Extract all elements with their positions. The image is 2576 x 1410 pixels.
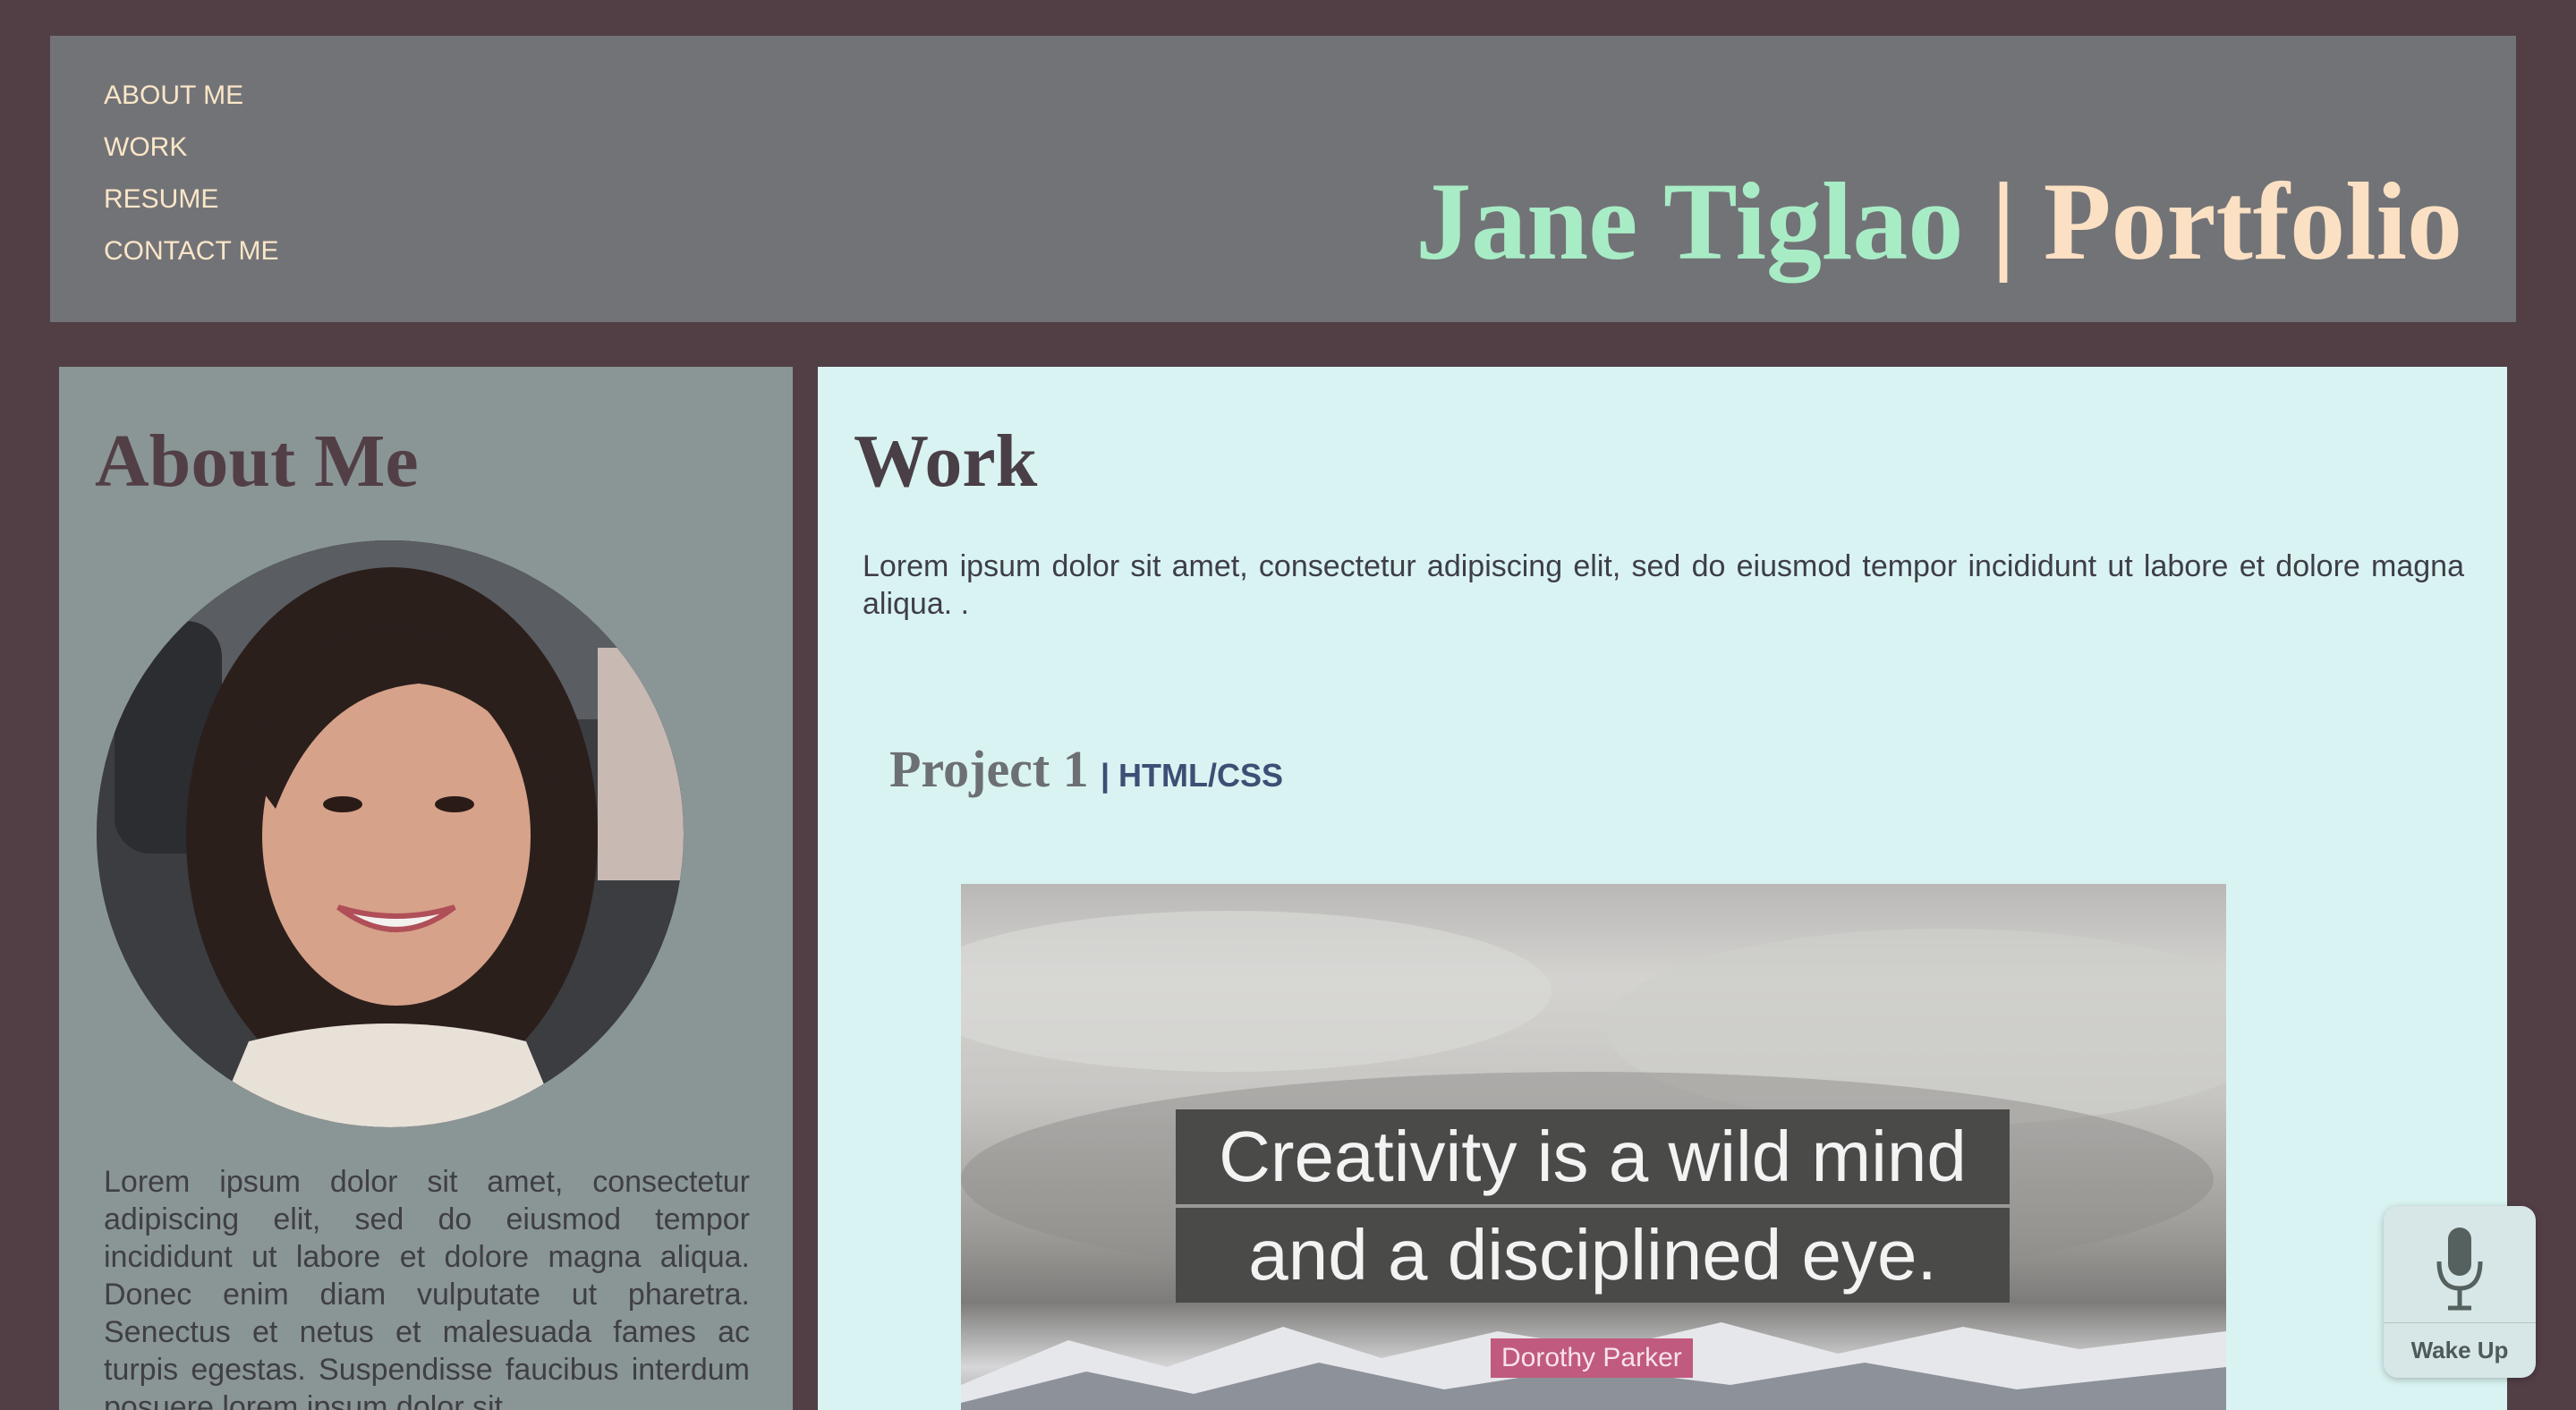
nav-contact-me[interactable]: CONTACT ME [104, 225, 279, 277]
nav-work[interactable]: WORK [104, 122, 279, 174]
nav-about-me[interactable]: ABOUT ME [104, 70, 279, 122]
project-title: Project 1 | HTML/CSS [889, 739, 1283, 799]
site-header: ABOUT ME WORK RESUME CONTACT ME Jane Tig… [50, 36, 2516, 322]
quote-line-1: Creativity is a wild mind [1176, 1109, 2010, 1204]
quote-line-2: and a disciplined eye. [1176, 1208, 2010, 1303]
work-intro: Lorem ipsum dolor sit amet, consectetur … [863, 549, 2464, 621]
wake-up-button[interactable]: Wake Up [2384, 1206, 2536, 1378]
project-name: Project 1 [889, 740, 1089, 798]
wake-divider [2384, 1322, 2536, 1323]
about-heading: About Me [95, 420, 419, 503]
site-title: Jane Tiglao | Portfolio [1416, 150, 2462, 293]
quote-author: Dorothy Parker [1491, 1338, 1693, 1378]
main-nav: ABOUT ME WORK RESUME CONTACT ME [104, 70, 279, 277]
project-tech: | HTML/CSS [1100, 757, 1284, 794]
wake-up-label: Wake Up [2410, 1337, 2509, 1363]
about-text: Lorem ipsum dolor sit amet, consectetur … [104, 1165, 750, 1410]
project-image[interactable]: Creativity is a wild mind and a discipli… [961, 884, 2226, 1410]
site-title-name: Jane Tiglao [1416, 160, 1964, 283]
profile-photo [97, 540, 684, 1127]
site-title-separator: | [1991, 160, 2016, 283]
work-heading: Work [854, 420, 1038, 503]
site-title-suffix: Portfolio [2043, 160, 2462, 283]
about-panel: About Me Lorem ipsum dolor sit amet, con… [59, 367, 793, 1410]
nav-resume[interactable]: RESUME [104, 174, 279, 225]
work-panel: Work Lorem ipsum dolor sit amet, consect… [818, 367, 2507, 1410]
microphone-icon [2436, 1227, 2483, 1311]
